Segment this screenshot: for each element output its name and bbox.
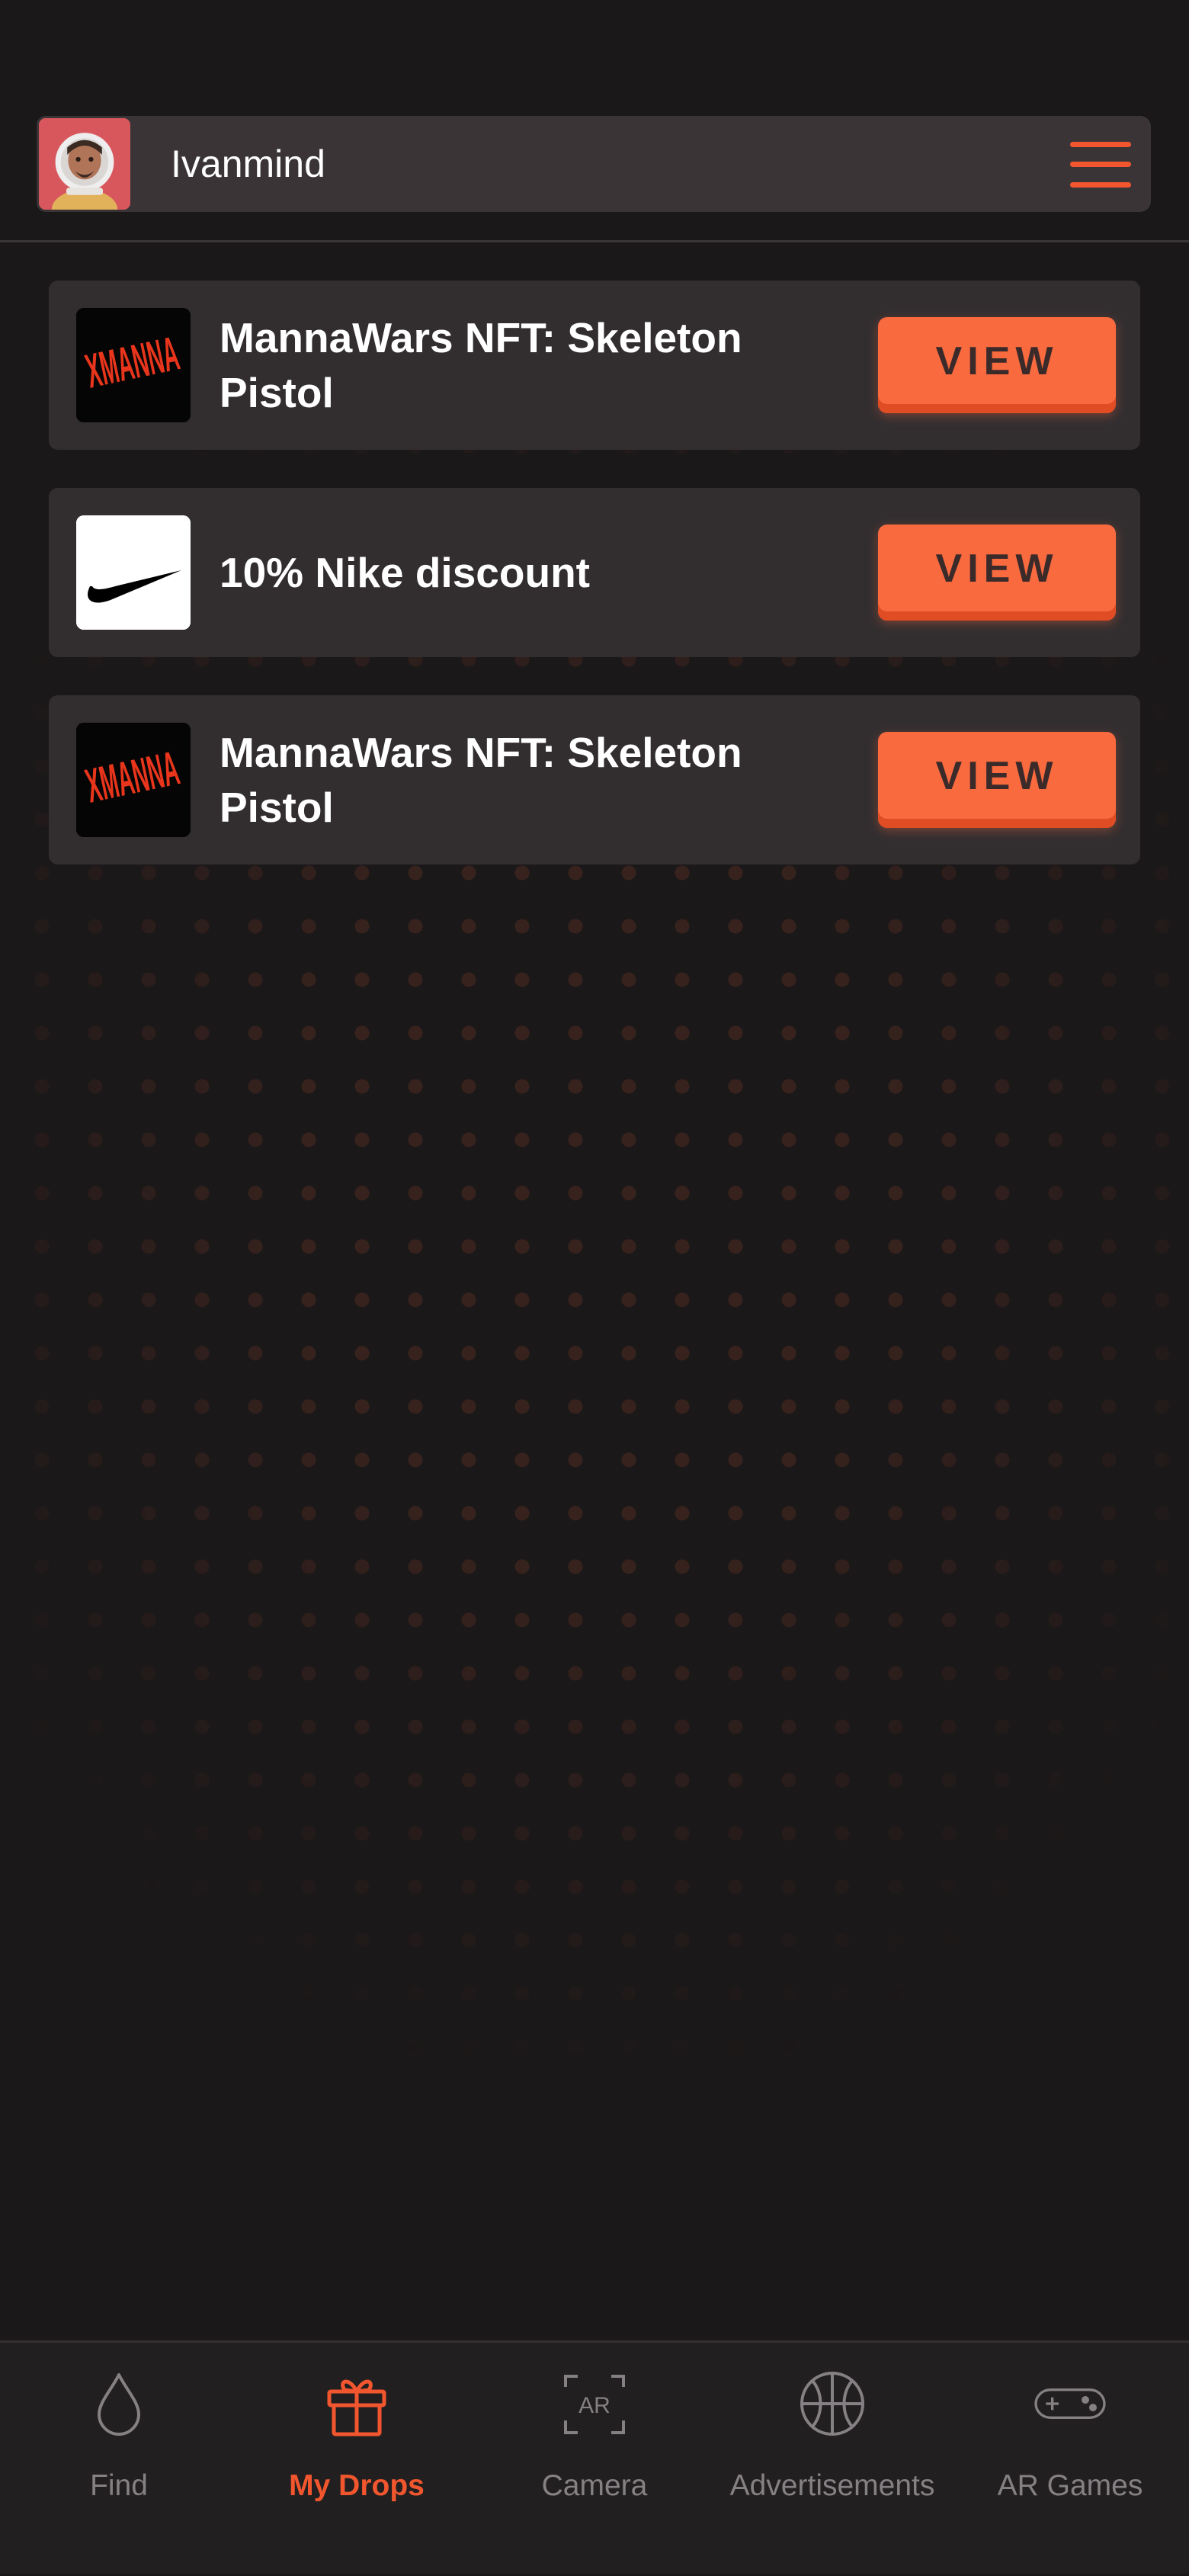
basketball-icon	[794, 2366, 870, 2442]
drop-card[interactable]: XMANNA MannaWars NFT: Skeleton Pistol VI…	[49, 695, 1140, 865]
xmanna-logo-icon: XMANNA	[76, 308, 191, 422]
view-button[interactable]: VIEW	[878, 732, 1116, 828]
profile-header: Ivanmind	[37, 116, 1151, 212]
nav-item-my-drops[interactable]: My Drops	[238, 2343, 476, 2576]
view-button[interactable]: VIEW	[878, 525, 1116, 621]
drop-card[interactable]: 10% Nike discount VIEW	[49, 488, 1140, 657]
nike-swoosh-logo-icon	[76, 515, 191, 630]
astronaut-avatar-icon	[39, 118, 130, 210]
nav-item-ar-games[interactable]: AR Games	[951, 2343, 1189, 2576]
gift-icon	[319, 2366, 395, 2442]
bottom-nav: Find My Drops AR Camera Advertisements A…	[0, 2340, 1189, 2574]
svg-text:AR: AR	[578, 2393, 611, 2418]
xmanna-logo-icon: XMANNA	[76, 723, 191, 837]
header-divider	[0, 240, 1189, 242]
drop-title: 10% Nike discount	[220, 549, 590, 596]
drop-card[interactable]: XMANNA MannaWars NFT: Skeleton Pistol VI…	[49, 281, 1140, 450]
nav-label: Camera	[541, 2469, 648, 2502]
gamepad-icon	[1032, 2366, 1108, 2442]
drop-title: MannaWars NFT: Skeleton Pistol	[220, 729, 742, 831]
nav-item-camera[interactable]: AR Camera	[476, 2343, 713, 2576]
drop-icon	[81, 2366, 157, 2442]
view-button[interactable]: VIEW	[878, 317, 1116, 413]
ar-camera-icon: AR	[556, 2366, 633, 2442]
avatar[interactable]	[37, 116, 133, 212]
nav-item-advertisements[interactable]: Advertisements	[713, 2343, 951, 2576]
drop-title: MannaWars NFT: Skeleton Pistol	[220, 314, 742, 416]
nav-label: Advertisements	[729, 2469, 935, 2502]
nav-item-find[interactable]: Find	[0, 2343, 238, 2576]
username: Ivanmind	[171, 143, 325, 185]
nav-label: Find	[90, 2469, 148, 2502]
nav-label: My Drops	[289, 2469, 425, 2502]
nav-label: AR Games	[997, 2469, 1143, 2502]
hamburger-icon[interactable]	[1070, 139, 1131, 191]
